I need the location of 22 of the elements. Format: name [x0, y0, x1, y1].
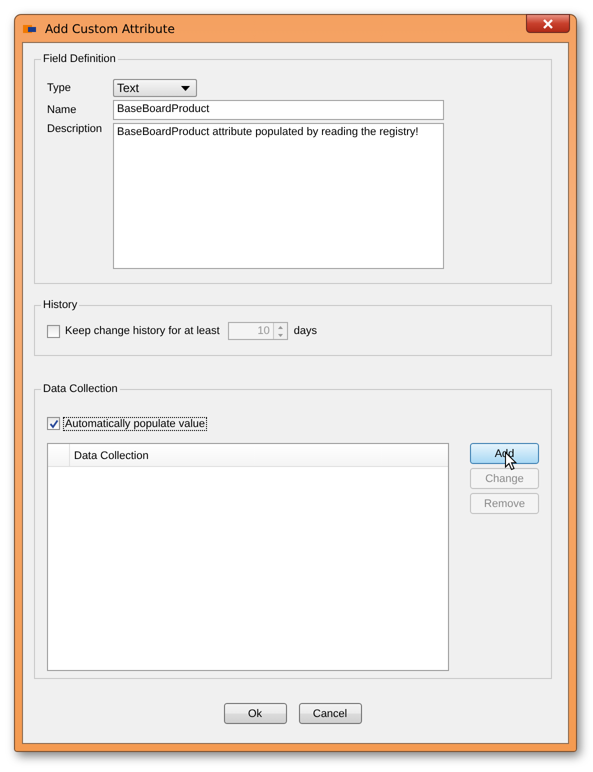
checkbox[interactable]	[47, 324, 60, 338]
section-legend: Field Definition	[41, 53, 118, 65]
name-field[interactable]: BaseBoardProduct	[113, 100, 444, 120]
field-label: Description	[47, 123, 104, 135]
field-label: Type	[47, 82, 72, 94]
column-header[interactable]: Data Collection	[70, 444, 153, 466]
type-dropdown[interactable]: Text	[113, 79, 197, 97]
app-icon	[23, 22, 39, 34]
checkbox-label: Automatically populate value	[64, 418, 206, 430]
unit-label: days	[294, 325, 317, 337]
window-title: Add Custom Attribute	[45, 22, 175, 36]
description-field[interactable]: BaseBoardProduct attribute populated by reading the registry!	[113, 123, 444, 269]
dialog-button[interactable]: Cancel	[298, 703, 362, 724]
section-legend: History	[41, 299, 80, 311]
close-button[interactable]	[526, 14, 570, 33]
section-legend: Data Collection	[41, 383, 120, 395]
field-label: Name	[47, 104, 78, 116]
close-icon	[542, 18, 554, 28]
dialog-button[interactable]: Ok	[224, 703, 286, 724]
caret-icon	[181, 86, 190, 90]
checkbox-label: Keep change history for at least	[64, 325, 221, 337]
checkbox[interactable]	[47, 417, 60, 430]
